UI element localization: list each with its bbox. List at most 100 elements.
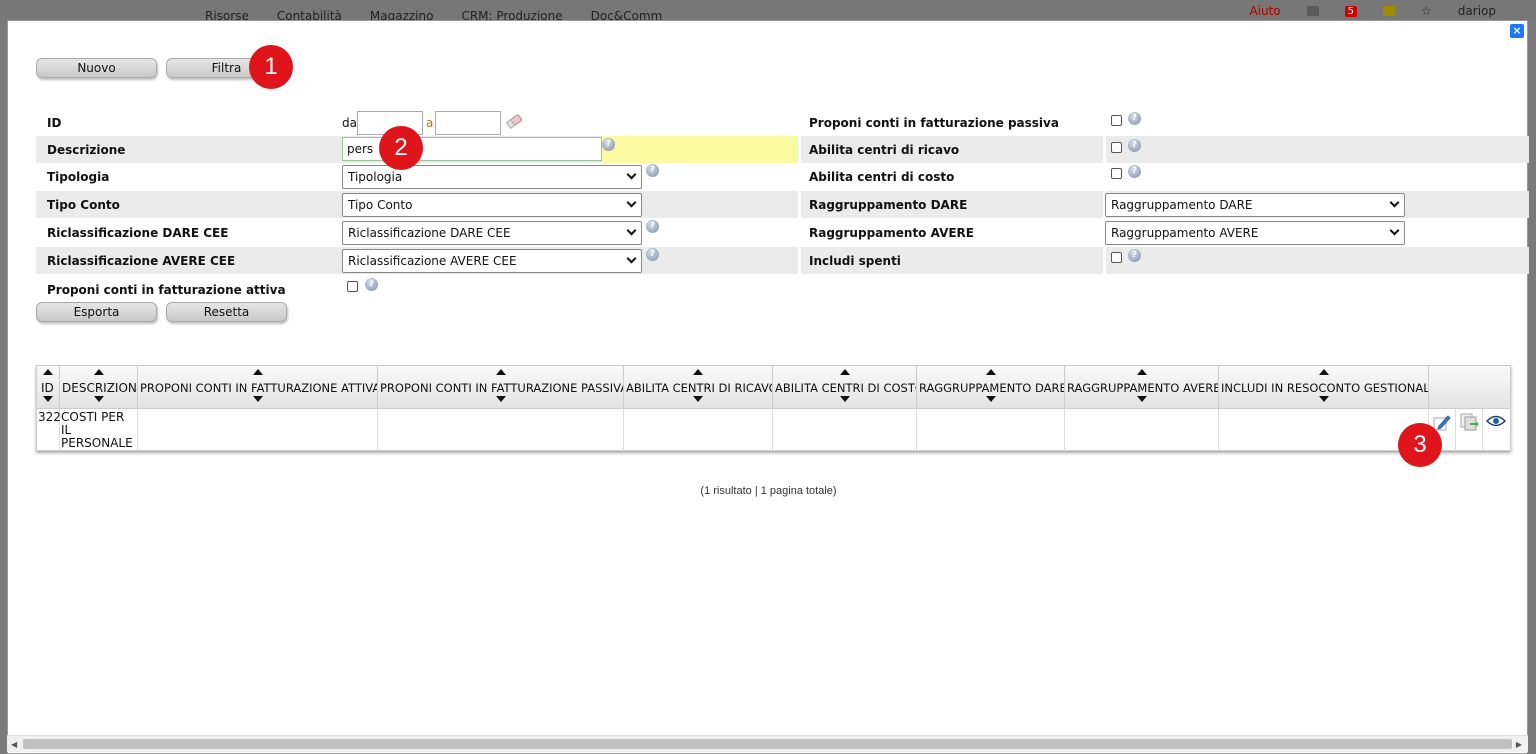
ricl-avere-select[interactable]: Riclassificazione AVERE CEE [342,249,642,273]
column-header-centri-costo[interactable]: ABILITA CENTRI DI COSTO [773,366,917,409]
sort-desc-icon[interactable] [986,396,996,402]
chevron-down-icon [626,253,637,264]
column-header-label: DESCRIZIONE [62,381,138,395]
proponi-attiva-label: Proponi conti in fatturazione attiva [47,283,286,297]
close-icon[interactable]: × [1510,24,1524,38]
sort-desc-icon[interactable] [94,396,104,402]
annotation-marker-2: 2 [379,126,423,170]
sort-asc-icon[interactable] [840,369,850,375]
centri-costo-label: Abilita centri di costo [809,170,955,184]
tipo-conto-select[interactable]: Tipo Conto [342,193,642,217]
sort-desc-icon[interactable] [1137,396,1147,402]
help-icon[interactable]: ? [646,220,659,233]
help-icon[interactable]: ? [602,138,615,151]
ricl-avere-label: Riclassificazione AVERE CEE [47,254,236,268]
help-icon[interactable]: ? [1128,249,1141,262]
annotation-marker-1: 1 [249,45,293,89]
tipologia-select[interactable]: Tipologia [342,165,642,189]
help-icon[interactable]: ? [365,278,378,291]
column-header-label: PROPONI CONTI IN FATTURAZIONE ATTIVA [140,381,378,395]
background-topbar-right: Aiuto 5 ☆ dariop [1249,4,1496,18]
column-header-label: ABILITA CENTRI DI COSTO [775,381,917,395]
sort-asc-icon[interactable] [693,369,703,375]
background-topbar: Risorse Contabilità Magazzino CRM: Produ… [0,0,1536,22]
sort-desc-icon[interactable] [840,396,850,402]
eraser-icon[interactable] [504,113,524,132]
sort-desc-icon[interactable] [1319,396,1329,402]
sort-desc-icon[interactable] [496,396,506,402]
horizontal-scrollbar[interactable]: ◀ ▶ [7,735,1528,752]
column-header-includi-resoconto[interactable]: INCLUDI IN RESOCONTO GESTIONALE [1219,366,1429,409]
notification-badge[interactable]: 5 [1344,5,1358,17]
aiuto-link[interactable]: Aiuto [1249,4,1280,18]
sort-asc-icon[interactable] [1137,369,1147,375]
id-to-input[interactable] [435,111,501,135]
filter-row-ricl-avere: Riclassificazione AVERE CEE Riclassifica… [36,247,1529,274]
view-icon[interactable] [1485,414,1507,431]
centri-ricavo-label: Abilita centri di ricavo [809,143,960,157]
esporta-button[interactable]: Esporta [36,302,157,322]
column-header-id[interactable]: ID [37,366,60,409]
column-header-proponi-passiva[interactable]: PROPONI CONTI IN FATTURAZIONE PASSIVA [378,366,624,409]
ragg-avere-selected: Raggruppamento AVERE [1111,226,1259,240]
cell-ragg-dare [917,409,1065,451]
sort-asc-icon[interactable] [94,369,104,375]
cell-ragg-avere [1065,409,1219,451]
column-header-descrizione[interactable]: DESCRIZIONE [60,366,138,409]
scroll-left-icon[interactable]: ◀ [11,740,17,749]
id-label: ID [47,116,62,130]
filter-row-proponi-attiva: Proponi conti in fatturazione attiva ? [36,275,1529,302]
user-name[interactable]: dariop [1458,4,1496,18]
results-table: ID DESCRIZIONE PROPONI CONTI IN FATTURAZ… [36,365,1511,451]
help-icon[interactable]: ? [1128,139,1141,152]
star-icon[interactable]: ☆ [1421,4,1432,18]
help-icon[interactable]: ? [1128,165,1141,178]
chevron-down-icon [1389,225,1400,236]
duplicate-icon[interactable] [1460,413,1480,434]
ricl-dare-label: Riclassificazione DARE CEE [47,226,229,240]
cell-descrizione: COSTI PER IL PERSONALE [60,409,138,451]
column-header-label: RAGGRUPPAMENTO DARE [919,381,1065,395]
sort-desc-icon[interactable] [693,396,703,402]
centri-costo-checkbox[interactable] [1111,168,1122,179]
includi-spenti-checkbox[interactable] [1111,252,1122,263]
column-header-label: INCLUDI IN RESOCONTO GESTIONALE [1221,381,1429,395]
tipologia-selected: Tipologia [348,170,403,184]
row-divider [798,136,801,163]
tipologia-label: Tipologia [47,170,110,184]
folder-icon[interactable] [1383,6,1396,16]
sort-asc-icon[interactable] [1319,369,1329,375]
resetta-button[interactable]: Resetta [166,302,287,322]
help-icon[interactable]: ? [646,164,659,177]
help-icon[interactable]: ? [1128,112,1141,125]
ricl-dare-select[interactable]: Riclassificazione DARE CEE [342,221,642,245]
sort-asc-icon[interactable] [43,369,53,375]
cell-action-duplicate [1456,409,1483,451]
descrizione-label: Descrizione [47,143,126,157]
ragg-dare-select[interactable]: Raggruppamento DARE [1105,193,1405,217]
nuovo-button[interactable]: Nuovo [36,58,157,78]
ragg-dare-label: Raggruppamento DARE [809,198,968,212]
proponi-attiva-checkbox[interactable] [347,281,358,292]
sort-asc-icon[interactable] [496,369,506,375]
filter-row-descrizione: Descrizione pers ? Abilita centri di ric… [36,136,1529,163]
ragg-dare-selected: Raggruppamento DARE [1111,198,1253,212]
help-icon[interactable]: ? [646,248,659,261]
ragg-avere-select[interactable]: Raggruppamento AVERE [1105,221,1405,245]
column-header-ragg-avere[interactable]: RAGGRUPPAMENTO AVERE [1065,366,1219,409]
column-header-ragg-dare[interactable]: RAGGRUPPAMENTO DARE [917,366,1065,409]
cell-proponi-attiva [138,409,378,451]
column-header-centri-ricavo[interactable]: ABILITA CENTRI DI RICAVO [624,366,773,409]
scroll-right-icon[interactable]: ▶ [1516,740,1522,749]
sort-desc-icon[interactable] [43,396,53,402]
proponi-passiva-checkbox[interactable] [1111,115,1122,126]
sort-asc-icon[interactable] [986,369,996,375]
column-header-proponi-attiva[interactable]: PROPONI CONTI IN FATTURAZIONE ATTIVA [138,366,378,409]
cell-proponi-passiva [378,409,624,451]
cell-id: 322 [37,409,61,451]
calendar-icon[interactable] [1306,6,1319,16]
centri-ricavo-checkbox[interactable] [1111,142,1122,153]
sort-desc-icon[interactable] [253,396,263,402]
scrollbar-thumb[interactable] [23,739,1512,749]
sort-asc-icon[interactable] [253,369,263,375]
